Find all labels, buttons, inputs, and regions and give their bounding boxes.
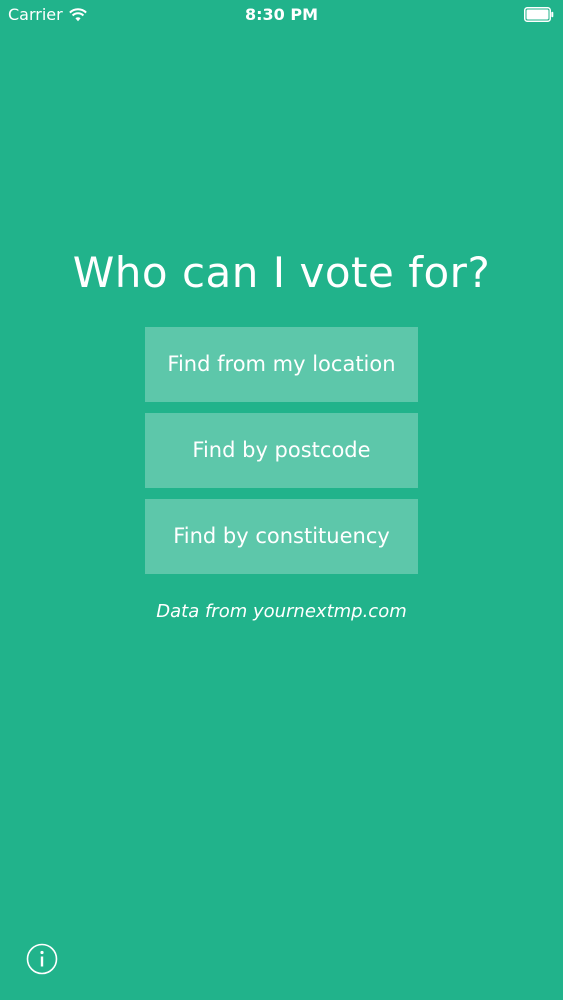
info-icon[interactable] xyxy=(26,943,58,975)
find-by-postcode-button[interactable]: Find by postcode xyxy=(145,413,418,488)
find-by-constituency-button[interactable]: Find by constituency xyxy=(145,499,418,574)
battery-icon xyxy=(524,7,554,22)
data-source-credit: Data from yournextmp.com xyxy=(156,601,407,622)
status-time: 8:30 PM xyxy=(244,5,318,24)
status-bar: Carrier 8:30 PM xyxy=(0,0,563,30)
find-from-location-button[interactable]: Find from my location xyxy=(145,327,418,402)
page-title: Who can I vote for? xyxy=(72,248,491,297)
